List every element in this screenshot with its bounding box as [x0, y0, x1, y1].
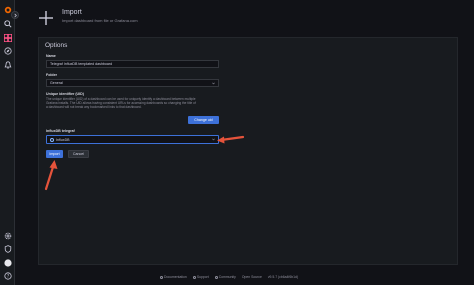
footer-version: v9.5.7 (cb6a4f6b1d) — [267, 275, 299, 279]
footer-community-link[interactable]: Community — [214, 275, 236, 279]
import-button[interactable]: Import — [46, 150, 63, 158]
datasource-select[interactable]: InfluxDB — [46, 135, 219, 144]
alerting-icon[interactable] — [3, 60, 12, 69]
datasource-select-value: InfluxDB — [56, 137, 70, 142]
uid-help-text: The unique identifier (UID) of a dashboa… — [46, 97, 196, 110]
help-icon[interactable]: ? — [3, 271, 12, 280]
avatar-icon[interactable] — [3, 258, 12, 267]
folder-label: Folder — [46, 73, 57, 77]
page-title: Import — [62, 9, 82, 16]
footer-support-link[interactable]: Support — [192, 275, 209, 279]
shield-icon[interactable] — [3, 244, 12, 253]
annotation-arrow-datasource — [217, 135, 245, 144]
page-header: Import Import dashboard from file or Gra… — [38, 8, 138, 30]
collapse-nav-button[interactable] — [11, 11, 19, 19]
search-icon[interactable] — [3, 19, 12, 28]
side-nav: ? — [0, 0, 15, 285]
annotation-arrow-import — [44, 160, 58, 191]
settings-icon[interactable] — [3, 231, 12, 240]
page-subtitle: Import dashboard from file or Grafana.co… — [62, 18, 138, 23]
explore-icon[interactable] — [3, 46, 12, 55]
uid-label: Unique identifier (UID) — [46, 92, 84, 96]
name-label: Name — [46, 54, 56, 58]
cancel-button[interactable]: Cancel — [68, 150, 89, 158]
footer-open-source-link[interactable]: Open Source — [242, 275, 262, 279]
support-icon — [192, 275, 196, 279]
chevron-down-icon — [212, 82, 215, 85]
datasource-label: InfluxDB telegraf — [46, 129, 75, 133]
dashboards-icon[interactable] — [3, 33, 12, 42]
plus-icon — [39, 11, 53, 25]
folder-select-value: General — [50, 81, 63, 85]
folder-select[interactable]: General — [46, 79, 219, 87]
options-title: Options — [45, 42, 68, 49]
change-uid-button[interactable]: Change uid — [188, 116, 219, 124]
name-input[interactable]: Telegraf InfluxDB templated dashboard — [46, 60, 219, 68]
influxdb-icon — [50, 137, 54, 142]
footer-documentation-link[interactable]: Documentation — [160, 275, 187, 279]
document-icon — [160, 275, 163, 279]
footer: Documentation Support Community Open Sou… — [160, 275, 298, 279]
options-panel: Options Name Telegraf InfluxDB templated… — [38, 37, 458, 265]
community-icon — [214, 275, 218, 279]
